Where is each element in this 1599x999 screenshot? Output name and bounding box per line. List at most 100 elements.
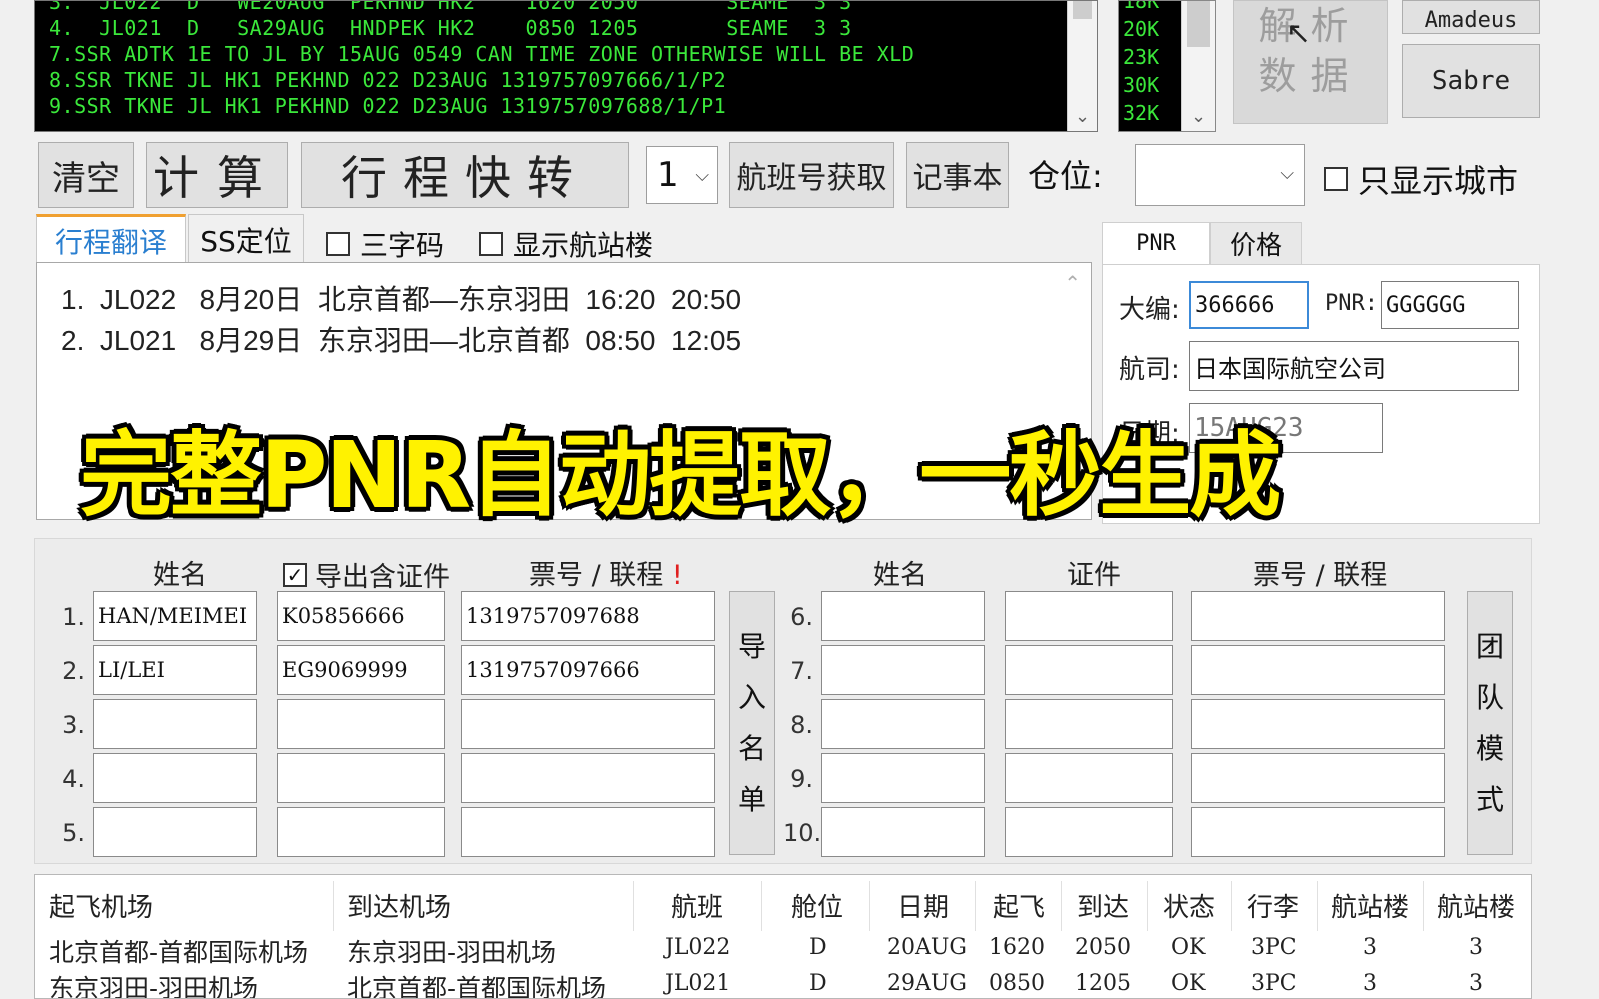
passenger-id-field[interactable] [277, 807, 445, 857]
itinerary-quick-convert-button[interactable]: 行程快转 [301, 142, 629, 208]
itinerary-line: 1. JL022 8月20日 北京首都—东京羽田 16:20 20:50 [61, 284, 742, 315]
airline-field[interactable]: 日本国际航空公司 [1189, 341, 1519, 391]
size-list[interactable]: 18K 20K 23K 30K 32K ⌄ [1118, 0, 1216, 132]
list-item[interactable]: 20K [1119, 15, 1181, 43]
row-number: 9. [790, 765, 813, 793]
terminal-line: . . . . . . . . . . . . . . . . . . . [49, 120, 551, 132]
tab-itinerary-translation[interactable]: 行程翻译 [36, 214, 186, 264]
three-code-checkbox[interactable]: 三字码 [326, 224, 444, 264]
table-cell: 3 [1469, 935, 1483, 960]
passenger-name-field[interactable]: LI/LEI [93, 645, 257, 695]
column-header: 航站楼 [1437, 893, 1516, 923]
ticket-number-field[interactable] [1191, 699, 1445, 749]
table-row[interactable]: 北京首都-首都国际机场 东京羽田-羽田机场 JL022 D 20AUG 1620… [35, 929, 1531, 967]
list-item[interactable]: 32K [1119, 99, 1181, 127]
tab-price[interactable]: 价格 [1210, 222, 1302, 264]
ticket-number-field[interactable] [1191, 753, 1445, 803]
scroll-thumb[interactable] [1187, 1, 1210, 47]
table-row[interactable]: 东京羽田-羽田机场 北京首都-首都国际机场 JL021 D 29AUG 0850… [35, 965, 1531, 999]
passenger-id-field[interactable]: K05856666 [277, 591, 445, 641]
city-only-checkbox[interactable]: 只显示城市 [1324, 156, 1518, 202]
column-header: 起飞机场 [49, 893, 154, 923]
tab-ss-booking[interactable]: SS定位 [188, 214, 304, 264]
passenger-name-field[interactable] [93, 699, 257, 749]
size-list-scrollbar[interactable]: ⌄ [1181, 1, 1215, 131]
passenger-id-field[interactable] [1005, 807, 1173, 857]
checkbox-box[interactable] [479, 232, 503, 256]
passenger-id-field[interactable] [277, 699, 445, 749]
passenger-name-field[interactable] [93, 807, 257, 857]
pnr-code-field[interactable]: GGGGGG [1381, 281, 1519, 329]
chevron-down-icon[interactable]: ⌄ [1182, 106, 1215, 127]
ticket-number-field[interactable] [1191, 645, 1445, 695]
passenger-name-field[interactable]: HAN/MEIMEI [93, 591, 257, 641]
passenger-name-field[interactable] [93, 753, 257, 803]
show-terminal-checkbox[interactable]: 显示航站楼 [479, 224, 653, 264]
notepad-button[interactable]: 记事本 [906, 142, 1009, 208]
passenger-id-field[interactable] [277, 753, 445, 803]
chevron-up-icon[interactable]: ⌃ [1064, 271, 1081, 295]
passenger-id-field[interactable] [1005, 591, 1173, 641]
ticket-number-field[interactable] [461, 753, 715, 803]
ticket-header-label: 票号 / 联程 [529, 560, 664, 591]
ticket-number-field[interactable] [1191, 807, 1445, 857]
passenger-id-field[interactable]: EG9069999 [277, 645, 445, 695]
required-mark: ! [671, 560, 683, 591]
scroll-thumb[interactable] [1073, 1, 1092, 19]
passenger-name-field[interactable] [821, 699, 985, 749]
pnr-terminal-output[interactable]: 3. JL022 D WE20AUG PEKHND HK2 1620 2050 … [34, 0, 1098, 132]
terminal-scrollbar[interactable]: ⌄ [1067, 1, 1097, 131]
ticket-number-field[interactable]: 1319757097688 [461, 591, 715, 641]
list-item[interactable]: 30K [1119, 71, 1181, 99]
passenger-id-field[interactable] [1005, 645, 1173, 695]
import-list-button[interactable]: 导入名单 [729, 591, 775, 855]
ticket-number-field[interactable]: 1319757097666 [461, 645, 715, 695]
promo-caption-overlay: 完整PNR自动提取，一秒生成 [80, 422, 1281, 529]
list-item[interactable]: 23K [1119, 43, 1181, 71]
passenger-rows-left: 1. HAN/MEIMEI K05856666 1319757097688 2.… [55, 591, 725, 861]
group-mode-button[interactable]: 团队模式 [1467, 591, 1513, 855]
parse-data-button[interactable]: 解析数据 ↖ [1233, 0, 1388, 124]
amadeus-button[interactable]: Amadeus [1402, 0, 1540, 34]
cabin-select[interactable]: ⌵ [1135, 144, 1305, 206]
passenger-name-field[interactable] [821, 645, 985, 695]
tab-pnr[interactable]: PNR [1102, 222, 1210, 264]
column-header: 航站楼 [1331, 893, 1410, 923]
column-header-ticket: 票号 / 联程 ! [529, 553, 683, 592]
table-cell: 3 [1363, 971, 1377, 996]
column-header-name: 姓名 [153, 560, 207, 591]
export-with-id-checkbox[interactable]: ✓ 导出含证件 [283, 555, 450, 594]
cabin-label: 仓位: [1028, 157, 1103, 195]
checkbox-box[interactable] [1324, 167, 1348, 191]
passenger-id-field[interactable] [1005, 699, 1173, 749]
passenger-name-field[interactable] [821, 807, 985, 857]
clear-button[interactable]: 清空 [38, 142, 134, 208]
passenger-name-field[interactable] [821, 591, 985, 641]
table-cell: 3 [1363, 935, 1377, 960]
checkbox-box[interactable] [326, 232, 350, 256]
count-select[interactable]: 1 ⌵ [646, 146, 718, 204]
pnr-label: PNR: [1325, 291, 1378, 316]
terminal-line: 3. JL022 D WE20AUG PEKHND HK2 1620 2050 … [49, 0, 852, 14]
ticket-number-field[interactable] [461, 699, 715, 749]
table-cell: 北京首都-首都国际机场 [347, 974, 607, 999]
passenger-name-field[interactable] [821, 753, 985, 803]
big-code-field[interactable]: 366666 [1189, 281, 1309, 329]
ticket-number-field[interactable] [461, 807, 715, 857]
chevron-down-icon[interactable]: ⌄ [1068, 106, 1097, 127]
calculate-button[interactable]: 计算 [146, 142, 288, 208]
list-item[interactable]: 18K [1119, 1, 1181, 15]
passenger-section: 姓名 ✓ 导出含证件 票号 / 联程 ! 姓名 证件 票号 / 联程 1. HA… [34, 538, 1532, 864]
table-cell: 2050 [1075, 935, 1131, 960]
export-with-id-label: 导出含证件 [315, 562, 450, 593]
passenger-id-field[interactable] [1005, 753, 1173, 803]
table-cell: 北京首都-首都国际机场 [49, 938, 309, 967]
table-row: 5. [55, 807, 725, 861]
row-number: 2. [62, 657, 85, 685]
chevron-down-icon: ⌵ [1280, 163, 1294, 184]
sabre-button[interactable]: Sabre [1402, 44, 1540, 118]
ticket-number-field[interactable] [1191, 591, 1445, 641]
checkbox-checked[interactable]: ✓ [283, 562, 307, 587]
flight-segments-table[interactable]: 起飞机场 到达机场 航班 舱位 日期 起飞 到达 状态 行李 航站楼 航站楼 北… [34, 874, 1532, 999]
get-flight-number-button[interactable]: 航班号获取 [729, 142, 894, 208]
